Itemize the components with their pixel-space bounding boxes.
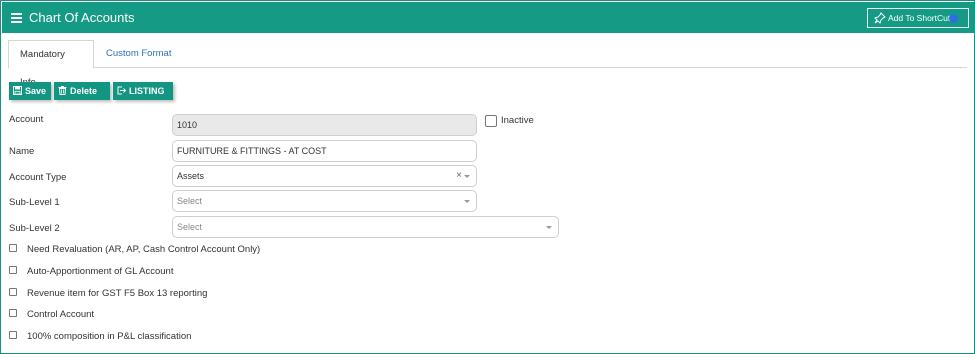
gst-f5-box13-checkbox[interactable] <box>9 288 17 296</box>
title-bar: Chart Of Accounts Add To ShortCut <box>2 2 975 33</box>
account-field: 1010 <box>172 114 477 136</box>
gst-f5-box13-label: Revenue item for GST F5 Box 13 reporting <box>27 288 208 299</box>
notification-dot <box>949 14 958 23</box>
sub-level-1-label: Sub-Level 1 <box>9 197 60 208</box>
account-type-value: Assets <box>177 171 205 181</box>
name-value: FURNITURE & FITTINGS - AT COST <box>177 146 327 156</box>
account-label: Account <box>9 114 44 125</box>
app-window: Chart Of Accounts Add To ShortCut Mandat… <box>0 0 975 354</box>
add-to-shortcut-button[interactable]: Add To ShortCut <box>867 8 969 28</box>
chevron-down-icon <box>546 226 552 229</box>
sub-level-1-placeholder: Select <box>177 196 203 206</box>
page-title: Chart Of Accounts <box>29 10 135 25</box>
sub-level-2-label: Sub-Level 2 <box>9 223 60 234</box>
account-value: 1010 <box>177 120 198 130</box>
account-type-select[interactable]: Assets × <box>172 165 477 187</box>
name-label: Name <box>9 146 35 157</box>
shortcut-label: Add To ShortCut <box>888 13 951 23</box>
pl-composition-label: 100% composition in P&L classification <box>27 331 192 342</box>
pl-composition-checkbox[interactable] <box>9 331 17 339</box>
save-label: Save <box>25 86 47 96</box>
trash-icon <box>58 86 67 95</box>
chevron-down-icon <box>464 200 470 203</box>
sub-level-2-select[interactable]: Select <box>172 216 559 238</box>
tab-custom-format[interactable]: Custom Format <box>95 40 182 69</box>
pin-icon <box>874 12 886 24</box>
delete-label: Delete <box>70 86 98 96</box>
chevron-down-icon <box>464 175 470 178</box>
sub-level-2-placeholder: Select <box>177 222 203 232</box>
name-field[interactable]: FURNITURE & FITTINGS - AT COST <box>172 140 477 162</box>
inactive-checkbox[interactable] <box>485 115 497 127</box>
account-type-label: Account Type <box>9 172 67 183</box>
sub-level-1-select[interactable]: Select <box>172 190 477 212</box>
listing-label: LISTING <box>129 86 165 96</box>
auto-apportionment-label: Auto-Apportionment of GL Account <box>27 266 174 277</box>
save-button[interactable]: Save <box>9 82 51 100</box>
need-revaluation-checkbox[interactable] <box>9 244 17 252</box>
clear-icon[interactable]: × <box>456 166 462 186</box>
tab-mandatory-info[interactable]: Mandatory Info <box>8 40 94 88</box>
need-revaluation-label: Need Revaluation (AR, AP, Cash Control A… <box>27 244 261 255</box>
export-icon <box>117 86 126 95</box>
inactive-label: Inactive <box>501 115 534 126</box>
floppy-icon <box>13 86 22 95</box>
hamburger-icon[interactable] <box>11 13 22 23</box>
listing-button[interactable]: LISTING <box>113 82 173 100</box>
delete-button[interactable]: Delete <box>54 82 110 100</box>
control-account-checkbox[interactable] <box>9 309 17 317</box>
control-account-label: Control Account <box>27 309 95 320</box>
auto-apportionment-checkbox[interactable] <box>9 266 17 274</box>
tab-bar: Mandatory Info Custom Format <box>8 40 967 88</box>
